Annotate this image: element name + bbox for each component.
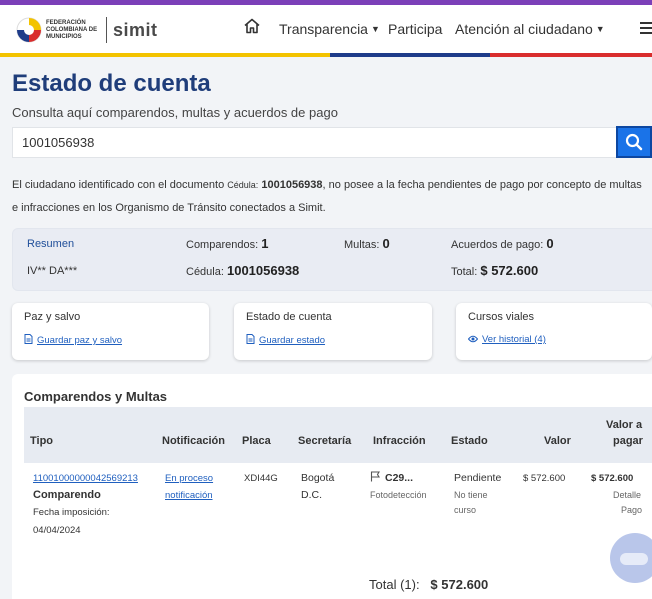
summary-total: Total: $ 572.600: [451, 263, 538, 278]
total-value: $ 572.600: [480, 263, 539, 278]
document-icon: [246, 334, 255, 344]
robot-icon: [620, 553, 648, 565]
logo-divider: [106, 17, 107, 43]
info-message: El ciudadano identificado con el documen…: [12, 174, 642, 220]
secretaria-value-1: Bogotá: [301, 472, 335, 484]
summary-multas: Multas: 0: [344, 236, 390, 251]
fecha-imposicion-value: 04/04/2024: [33, 525, 81, 536]
chatbot-button[interactable]: [610, 533, 652, 583]
col-secretaria: Secretaría: [298, 435, 352, 447]
search-input[interactable]: 1001056938: [12, 127, 617, 158]
nav-atencion-ciudadano[interactable]: Atención al ciudadano ▼: [455, 21, 605, 37]
col-valor-a: Valor a: [606, 419, 643, 431]
table-total-value: $ 572.600: [430, 577, 489, 592]
document-icon: [24, 334, 33, 344]
comparendos-label: Comparendos:: [186, 239, 259, 251]
pago-link[interactable]: Pago: [621, 502, 642, 519]
card-estado-de-cuenta: Estado de cuenta Guardar estado: [234, 303, 432, 360]
card-paz-y-salvo-title: Paz y salvo: [24, 311, 81, 323]
logo-text: FEDERACIÓN COLOMBIANA DE MUNICIPIOS: [46, 19, 98, 40]
caret-down-icon: ▼: [370, 24, 380, 34]
col-valor: Valor: [544, 435, 571, 447]
col-estado: Estado: [451, 435, 488, 447]
nav-transparencia-label: Transparencia: [279, 21, 368, 37]
fcm-logo-mark: [16, 17, 42, 43]
col-pagar: pagar: [613, 435, 643, 447]
fecha-imposicion-label: Fecha imposición:: [33, 507, 110, 518]
summary-resumen-label: Resumen: [27, 238, 75, 250]
caret-down-icon: ▼: [595, 24, 605, 34]
estado-value: Pendiente: [454, 472, 502, 484]
guardar-estado-link[interactable]: Guardar estado: [246, 334, 325, 346]
menu-icon[interactable]: [640, 22, 652, 34]
page-subtitle: Consulta aquí comparendos, multas y acue…: [12, 105, 338, 120]
table-total-label: Total (1):: [369, 577, 420, 592]
card-estado-title: Estado de cuenta: [246, 311, 332, 323]
multas-value: 0: [382, 236, 390, 251]
simit-wordmark: simit: [113, 19, 158, 40]
tipo-label: Comparendo: [33, 489, 101, 501]
nav-atencion-label: Atención al ciudadano: [455, 21, 593, 37]
cedula-label: Cédula:: [186, 266, 224, 278]
acuerdos-value: 0: [546, 236, 554, 251]
col-infraccion: Infracción: [373, 435, 426, 447]
nav-participa[interactable]: Participa: [388, 21, 442, 37]
comparendos-value: 1: [261, 236, 269, 251]
col-placa: Placa: [242, 435, 271, 447]
search-icon: [625, 133, 643, 151]
summary-cedula: Cédula: 1001056938: [186, 263, 299, 278]
comparendos-title: Comparendos y Multas: [24, 389, 168, 404]
valor-value: $ 572.600: [523, 473, 566, 484]
col-notificacion: Notificación: [162, 435, 225, 447]
eye-icon: [467, 335, 479, 343]
flag-icon: [370, 471, 380, 482]
valor-pagar-value: $ 572.600: [591, 473, 634, 484]
col-tipo: Tipo: [30, 435, 54, 447]
summary-acuerdos: Acuerdos de pago: 0: [451, 236, 554, 251]
summary-panel: Resumen IV** DA*** Comparendos: 1 Cédula…: [12, 228, 652, 291]
acuerdos-label: Acuerdos de pago:: [451, 239, 544, 251]
page-title: Estado de cuenta: [12, 70, 211, 97]
guardar-estado-label: Guardar estado: [259, 335, 326, 346]
fcm-simit-logo[interactable]: FEDERACIÓN COLOMBIANA DE MUNICIPIOS simi…: [16, 13, 158, 47]
guardar-paz-y-salvo-link[interactable]: Guardar paz y salvo: [24, 334, 122, 346]
info-doc-label: Cédula:: [227, 180, 259, 190]
home-icon[interactable]: [243, 17, 261, 35]
summary-comparendos: Comparendos: 1: [186, 236, 268, 251]
site-header: FEDERACIÓN COLOMBIANA DE MUNICIPIOS simi…: [0, 5, 652, 53]
card-paz-y-salvo: Paz y salvo Guardar paz y salvo: [12, 303, 209, 360]
infraccion-sub: Fotodetección: [370, 490, 427, 500]
ver-historial-label: Ver historial (4): [482, 334, 546, 345]
notificacion-link-2[interactable]: notificación: [165, 487, 213, 504]
nav-transparencia[interactable]: Transparencia ▼: [279, 21, 380, 37]
flag-colorbar: [0, 53, 652, 57]
comparendo-number-link[interactable]: 11001000000042569213: [33, 470, 138, 487]
multas-label: Multas:: [344, 239, 380, 251]
info-text-1: El ciudadano identificado con el documen…: [12, 179, 228, 191]
placa-value: XDI44G: [244, 473, 278, 484]
guardar-paz-y-salvo-label: Guardar paz y salvo: [37, 335, 123, 346]
estado-sub-2: curso: [454, 505, 477, 515]
infraccion-code-text: C29...: [385, 472, 414, 484]
info-doc-number: 1001056938: [261, 179, 323, 191]
summary-name: IV** DA***: [27, 265, 78, 277]
search-button[interactable]: [616, 126, 652, 158]
infraccion-code: C29...: [370, 470, 413, 487]
notificacion-link-1[interactable]: En proceso: [165, 470, 213, 487]
ver-historial-link[interactable]: Ver historial (4): [467, 334, 546, 345]
comparendos-panel: Comparendos y Multas Tipo Notificación P…: [12, 374, 652, 599]
card-cursos-title: Cursos viales: [468, 311, 535, 323]
total-label: Total:: [451, 266, 478, 278]
card-cursos-viales: Cursos viales Ver historial (4): [456, 303, 652, 360]
cedula-value: 1001056938: [226, 263, 300, 278]
secretaria-value-2: D.C.: [301, 489, 322, 501]
table-total: Total (1): $ 572.600: [369, 577, 488, 592]
